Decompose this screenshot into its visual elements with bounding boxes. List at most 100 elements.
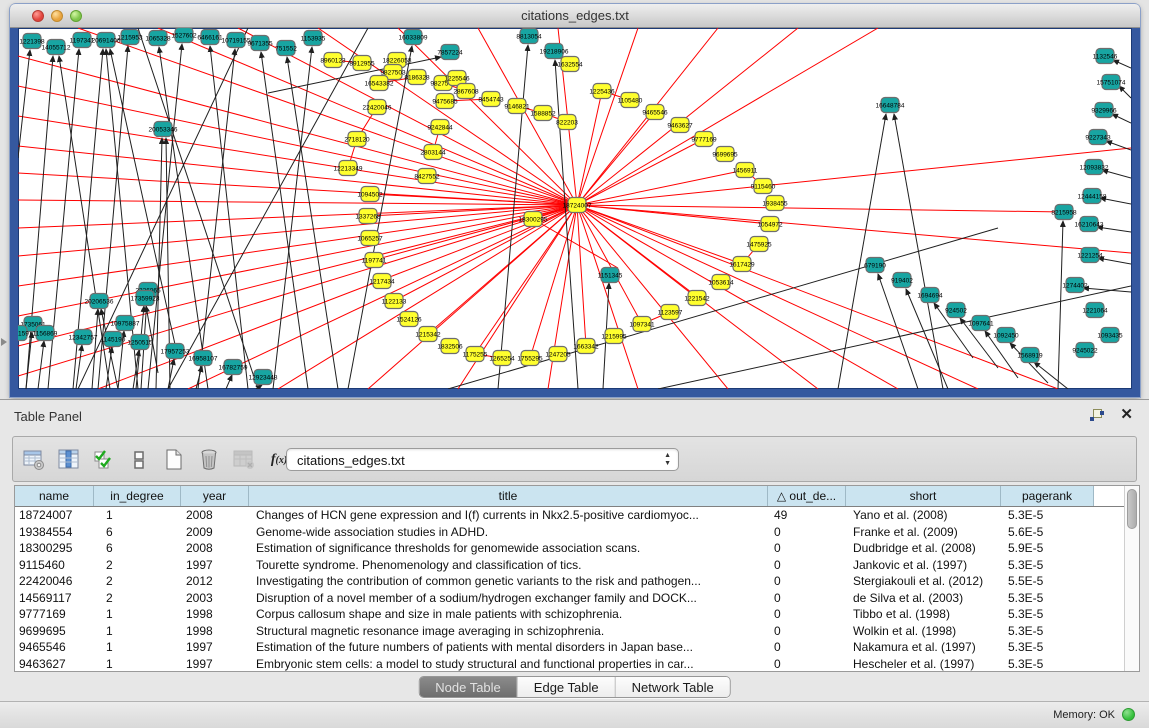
row-mode-icon[interactable] <box>126 447 152 473</box>
table-cell[interactable]: Genome-wide association studies in ADHD. <box>249 524 768 541</box>
graph-node[interactable]: 17957253 <box>161 344 190 359</box>
graph-node[interactable]: 1175255 <box>463 347 488 362</box>
table-cell[interactable]: 5.9E-5 <box>1001 540 1094 557</box>
graph-node[interactable]: 9227343 <box>1085 130 1111 145</box>
graph-node[interactable]: 9115460 <box>751 179 776 194</box>
graph-node[interactable]: 1617429 <box>729 257 755 272</box>
table-cell[interactable]: 1997 <box>181 639 249 656</box>
table-cell[interactable]: 0 <box>768 524 846 541</box>
table-cell[interactable]: 5.5E-5 <box>1001 573 1094 590</box>
table-cell[interactable]: Hescheler et al. (1997) <box>846 656 1001 673</box>
graph-node[interactable]: 8215958 <box>1051 205 1077 220</box>
graph-node[interactable]: 1215995 <box>601 329 627 344</box>
graph-node[interactable]: 679190 <box>864 258 886 273</box>
table-row[interactable]: 1456911722003Disruption of a novel membe… <box>15 590 1124 607</box>
graph-node[interactable]: 1568919 <box>1017 348 1043 363</box>
graph-node[interactable]: 16210643 <box>1075 217 1104 232</box>
node-table[interactable]: namein_degreeyeartitle△ out_de...shortpa… <box>14 485 1140 672</box>
table-cell[interactable]: Estimation of the future numbers of pati… <box>249 639 768 656</box>
table-cell[interactable]: 1 <box>94 623 181 640</box>
graph-node[interactable]: 9699695 <box>712 147 738 162</box>
table-row[interactable]: 2242004622012Investigating the contribut… <box>15 573 1124 590</box>
graph-node[interactable]: 1097641 <box>968 316 994 331</box>
collapsed-panel-arrow-icon[interactable] <box>1 338 7 346</box>
table-cell[interactable]: 5.3E-5 <box>1001 507 1094 524</box>
table-cell[interactable]: Stergiakouli et al. (2012) <box>846 573 1001 590</box>
graph-node[interactable]: 1065257 <box>357 231 383 246</box>
graph-node[interactable]: 1094502 <box>357 187 383 202</box>
table-cell[interactable]: 1 <box>94 606 181 623</box>
table-cell[interactable]: 5.3E-5 <box>1001 656 1094 673</box>
scrollbar-thumb[interactable] <box>1127 489 1137 529</box>
graph-node[interactable]: 8186328 <box>404 70 430 85</box>
table-cell[interactable]: 1 <box>94 656 181 673</box>
graph-node[interactable]: 1694694 <box>917 288 943 303</box>
graph-node[interactable]: 1215953 <box>117 30 143 45</box>
column-header-short[interactable]: short <box>846 486 1001 506</box>
table-cell[interactable]: 2008 <box>181 507 249 524</box>
vertical-scrollbar[interactable] <box>1124 486 1139 671</box>
graph-node[interactable]: 1221064 <box>1082 303 1108 318</box>
table-cell[interactable]: 5.3E-5 <box>1001 606 1094 623</box>
table-cell[interactable]: 18724007 <box>15 507 94 524</box>
graph-node[interactable]: 1151345 <box>598 268 623 283</box>
table-row[interactable]: 946554611997Estimation of the future num… <box>15 639 1124 656</box>
table-cell[interactable]: Dudbridge et al. (2008) <box>846 540 1001 557</box>
table-cell[interactable]: Nakamura et al. (1997) <box>846 639 1001 656</box>
table-cell[interactable]: 5.3E-5 <box>1001 639 1094 656</box>
delete-columns-icon[interactable] <box>196 447 222 473</box>
graph-node[interactable]: 1475925 <box>746 237 772 252</box>
table-cell[interactable]: 2003 <box>181 590 249 607</box>
column-header-name[interactable]: name <box>15 486 94 506</box>
table-cell[interactable]: 2009 <box>181 524 249 541</box>
table-cell[interactable]: Disruption of a novel member of a sodium… <box>249 590 768 607</box>
graph-node[interactable]: 12444158 <box>1078 189 1107 204</box>
graph-node[interactable]: 1092450 <box>993 328 1019 343</box>
table-row[interactable]: 911546021997Tourette syndrome. Phenomeno… <box>15 557 1124 574</box>
graph-node[interactable]: 1123597 <box>658 305 683 320</box>
table-cell[interactable]: 9463627 <box>15 656 94 673</box>
graph-node[interactable]: 1132546 <box>1093 49 1118 64</box>
graph-node[interactable]: 9245022 <box>1072 343 1098 358</box>
table-cell[interactable]: 1997 <box>181 656 249 673</box>
column-header-title[interactable]: title <box>249 486 768 506</box>
table-cell[interactable]: Changes of HCN gene expression and I(f) … <box>249 507 768 524</box>
table-cell[interactable]: 0 <box>768 590 846 607</box>
tab-network-table[interactable]: Network Table <box>616 677 730 697</box>
network-window[interactable]: citations_edges.txt 12213981405571211973… <box>10 4 1140 397</box>
table-cell[interactable]: 6 <box>94 524 181 541</box>
graph-node[interactable]: 924502 <box>945 303 967 318</box>
graph-node[interactable]: 1247205 <box>545 347 571 362</box>
select-all-checkmarks-icon[interactable] <box>91 447 117 473</box>
table-cell[interactable]: 22420046 <box>15 573 94 590</box>
graph-node[interactable]: 1588852 <box>530 106 556 121</box>
graph-node[interactable]: 9242844 <box>427 120 453 135</box>
graph-node[interactable]: 9777169 <box>691 132 717 147</box>
table-cell[interactable]: 1998 <box>181 623 249 640</box>
graph-node[interactable]: 9329966 <box>1091 103 1117 118</box>
tab-edge-table[interactable]: Edge Table <box>518 677 616 697</box>
graph-node[interactable]: 9465546 <box>642 105 668 120</box>
table-cell[interactable]: 9115460 <box>15 557 94 574</box>
table-cell[interactable]: 18300295 <box>15 540 94 557</box>
table-cell[interactable]: 5.3E-5 <box>1001 623 1094 640</box>
graph-node[interactable]: 1524126 <box>396 312 422 327</box>
network-graph[interactable]: 1221398140557121197341206914061215953106… <box>18 28 1131 389</box>
graph-node[interactable]: 1755295 <box>517 351 543 366</box>
table-cell[interactable]: 0 <box>768 557 846 574</box>
graph-node[interactable]: 12213349 <box>334 161 363 176</box>
graph-node[interactable]: 1938455 <box>762 196 788 211</box>
graph-node[interactable]: 1221254 <box>1077 248 1103 263</box>
table-cell[interactable]: 1 <box>94 639 181 656</box>
graph-node[interactable]: 9463627 <box>667 118 693 133</box>
graph-node[interactable]: 1221542 <box>684 291 710 306</box>
graph-node[interactable]: 1097341 <box>629 317 655 332</box>
table-cell[interactable]: Tourette syndrome. Phenomenology and cla… <box>249 557 768 574</box>
graph-node[interactable]: 10975887 <box>111 316 140 331</box>
table-cell[interactable]: Investigating the contribution of common… <box>249 573 768 590</box>
graph-node[interactable]: 1054972 <box>757 217 783 232</box>
table-cell[interactable]: 9699695 <box>15 623 94 640</box>
graph-node[interactable]: 9146821 <box>504 99 530 114</box>
graph-node[interactable]: 9475685 <box>432 94 458 109</box>
table-cell[interactable]: 2008 <box>181 540 249 557</box>
